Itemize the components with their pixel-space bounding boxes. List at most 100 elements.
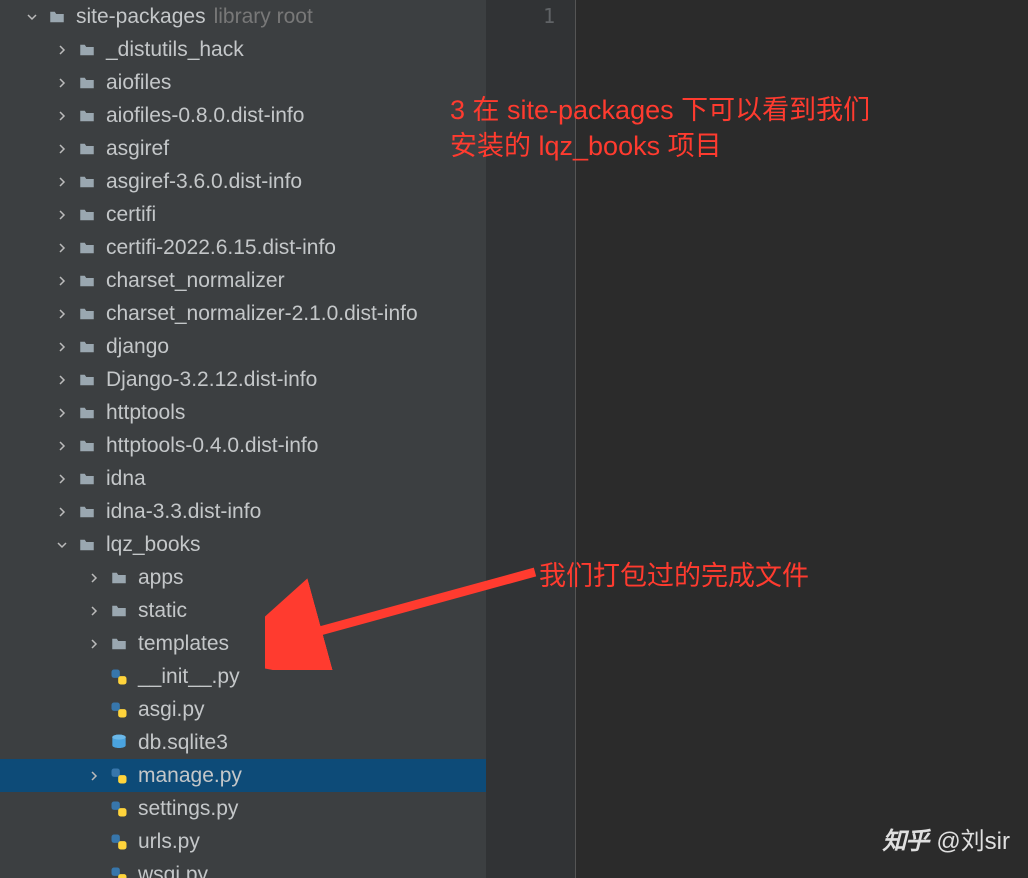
tree-item-settings-py[interactable]: settings.py (0, 792, 486, 825)
folder-icon (76, 72, 98, 94)
tree-item-label: aiofiles-0.8.0.dist-info (106, 104, 304, 128)
folder-icon (108, 600, 130, 622)
tree-item-label: asgi.py (138, 698, 205, 722)
folder-icon (76, 534, 98, 556)
folder-icon (76, 204, 98, 226)
tree-item-label: certifi (106, 203, 156, 227)
tree-item-manage-py[interactable]: manage.py (0, 759, 486, 792)
chevron-right-icon[interactable] (54, 471, 70, 487)
tree-item--distutils-hack[interactable]: _distutils_hack (0, 33, 486, 66)
tree-item-label: asgiref-3.6.0.dist-info (106, 170, 302, 194)
chevron-right-icon[interactable] (54, 372, 70, 388)
folder-icon (108, 633, 130, 655)
tree-item-db-sqlite3[interactable]: db.sqlite3 (0, 726, 486, 759)
tree-item-wsgi-py[interactable]: wsgi.py (0, 858, 486, 878)
tree-item-httptools[interactable]: httptools (0, 396, 486, 429)
chevron-right-icon[interactable] (54, 42, 70, 58)
tree-root-row[interactable]: site-packages library root (0, 0, 486, 33)
tree-item-static[interactable]: static (0, 594, 486, 627)
python-file-icon (108, 798, 130, 820)
tree-item-label: asgiref (106, 137, 169, 161)
chevron-right-icon[interactable] (86, 570, 102, 586)
folder-icon (76, 270, 98, 292)
chevron-right-icon[interactable] (54, 306, 70, 322)
editor-gutter: 1 (486, 0, 576, 878)
tree-item-charset-normalizer[interactable]: charset_normalizer (0, 264, 486, 297)
tree-item-label: manage.py (138, 764, 242, 788)
chevron-right-icon[interactable] (54, 438, 70, 454)
folder-icon (76, 237, 98, 259)
chevron-right-icon[interactable] (54, 339, 70, 355)
chevron-right-icon[interactable] (54, 405, 70, 421)
tree-item-label: lqz_books (106, 533, 201, 557)
chevron-placeholder (86, 867, 102, 878)
tree-item-charset-normalizer-2-1-0-dist-info[interactable]: charset_normalizer-2.1.0.dist-info (0, 297, 486, 330)
chevron-right-icon[interactable] (54, 75, 70, 91)
tree-root-label: site-packages (76, 5, 206, 29)
chevron-right-icon[interactable] (54, 174, 70, 190)
python-file-icon (108, 831, 130, 853)
chevron-placeholder (86, 801, 102, 817)
tree-item-label: __init__.py (138, 665, 240, 689)
chevron-down-icon[interactable] (54, 537, 70, 553)
tree-item-label: idna-3.3.dist-info (106, 500, 261, 524)
tree-item-label: httptools-0.4.0.dist-info (106, 434, 318, 458)
tree-item-label: idna (106, 467, 146, 491)
folder-icon (76, 435, 98, 457)
tree-item-label: Django-3.2.12.dist-info (106, 368, 317, 392)
chevron-right-icon[interactable] (54, 108, 70, 124)
chevron-right-icon[interactable] (86, 603, 102, 619)
tree-item-label: django (106, 335, 169, 359)
tree-item-label: charset_normalizer (106, 269, 285, 293)
chevron-right-icon[interactable] (54, 207, 70, 223)
line-number: 1 (486, 4, 555, 28)
tree-item-idna[interactable]: idna (0, 462, 486, 495)
tree-item-label: aiofiles (106, 71, 171, 95)
folder-icon (76, 303, 98, 325)
chevron-down-icon[interactable] (24, 9, 40, 25)
chevron-right-icon[interactable] (86, 636, 102, 652)
chevron-right-icon[interactable] (54, 273, 70, 289)
tree-item-certifi[interactable]: certifi (0, 198, 486, 231)
tree-item-apps[interactable]: apps (0, 561, 486, 594)
chevron-placeholder (86, 834, 102, 850)
chevron-placeholder (86, 702, 102, 718)
tree-item-lqz-books[interactable]: lqz_books (0, 528, 486, 561)
tree-item-aiofiles-0-8-0-dist-info[interactable]: aiofiles-0.8.0.dist-info (0, 99, 486, 132)
chevron-right-icon[interactable] (54, 240, 70, 256)
tree-item-certifi-2022-6-15-dist-info[interactable]: certifi-2022.6.15.dist-info (0, 231, 486, 264)
chevron-placeholder (86, 669, 102, 685)
python-file-icon (108, 765, 130, 787)
tree-item-django-3-2-12-dist-info[interactable]: Django-3.2.12.dist-info (0, 363, 486, 396)
chevron-right-icon[interactable] (54, 504, 70, 520)
tree-root-suffix: library root (214, 5, 313, 29)
folder-icon (76, 138, 98, 160)
tree-item-label: db.sqlite3 (138, 731, 228, 755)
tree-item-aiofiles[interactable]: aiofiles (0, 66, 486, 99)
project-tree[interactable]: site-packages library root _distutils_ha… (0, 0, 486, 878)
tree-item-httptools-0-4-0-dist-info[interactable]: httptools-0.4.0.dist-info (0, 429, 486, 462)
tree-item-label: static (138, 599, 187, 623)
chevron-placeholder (86, 735, 102, 751)
tree-item-templates[interactable]: templates (0, 627, 486, 660)
chevron-right-icon[interactable] (54, 141, 70, 157)
python-file-icon (108, 666, 130, 688)
editor-area: 1 (486, 0, 1028, 878)
folder-icon (76, 468, 98, 490)
tree-item-asgiref[interactable]: asgiref (0, 132, 486, 165)
tree-item-label: certifi-2022.6.15.dist-info (106, 236, 336, 260)
tree-item-label: httptools (106, 401, 185, 425)
tree-item-asgiref-3-6-0-dist-info[interactable]: asgiref-3.6.0.dist-info (0, 165, 486, 198)
folder-icon (76, 336, 98, 358)
tree-item-label: _distutils_hack (106, 38, 244, 62)
tree-item-asgi-py[interactable]: asgi.py (0, 693, 486, 726)
tree-item-label: urls.py (138, 830, 200, 854)
python-file-icon (108, 864, 130, 878)
chevron-right-icon[interactable] (86, 768, 102, 784)
tree-item-urls-py[interactable]: urls.py (0, 825, 486, 858)
tree-item-label: apps (138, 566, 184, 590)
tree-item-django[interactable]: django (0, 330, 486, 363)
tree-item--init-py[interactable]: __init__.py (0, 660, 486, 693)
folder-icon (76, 501, 98, 523)
tree-item-idna-3-3-dist-info[interactable]: idna-3.3.dist-info (0, 495, 486, 528)
